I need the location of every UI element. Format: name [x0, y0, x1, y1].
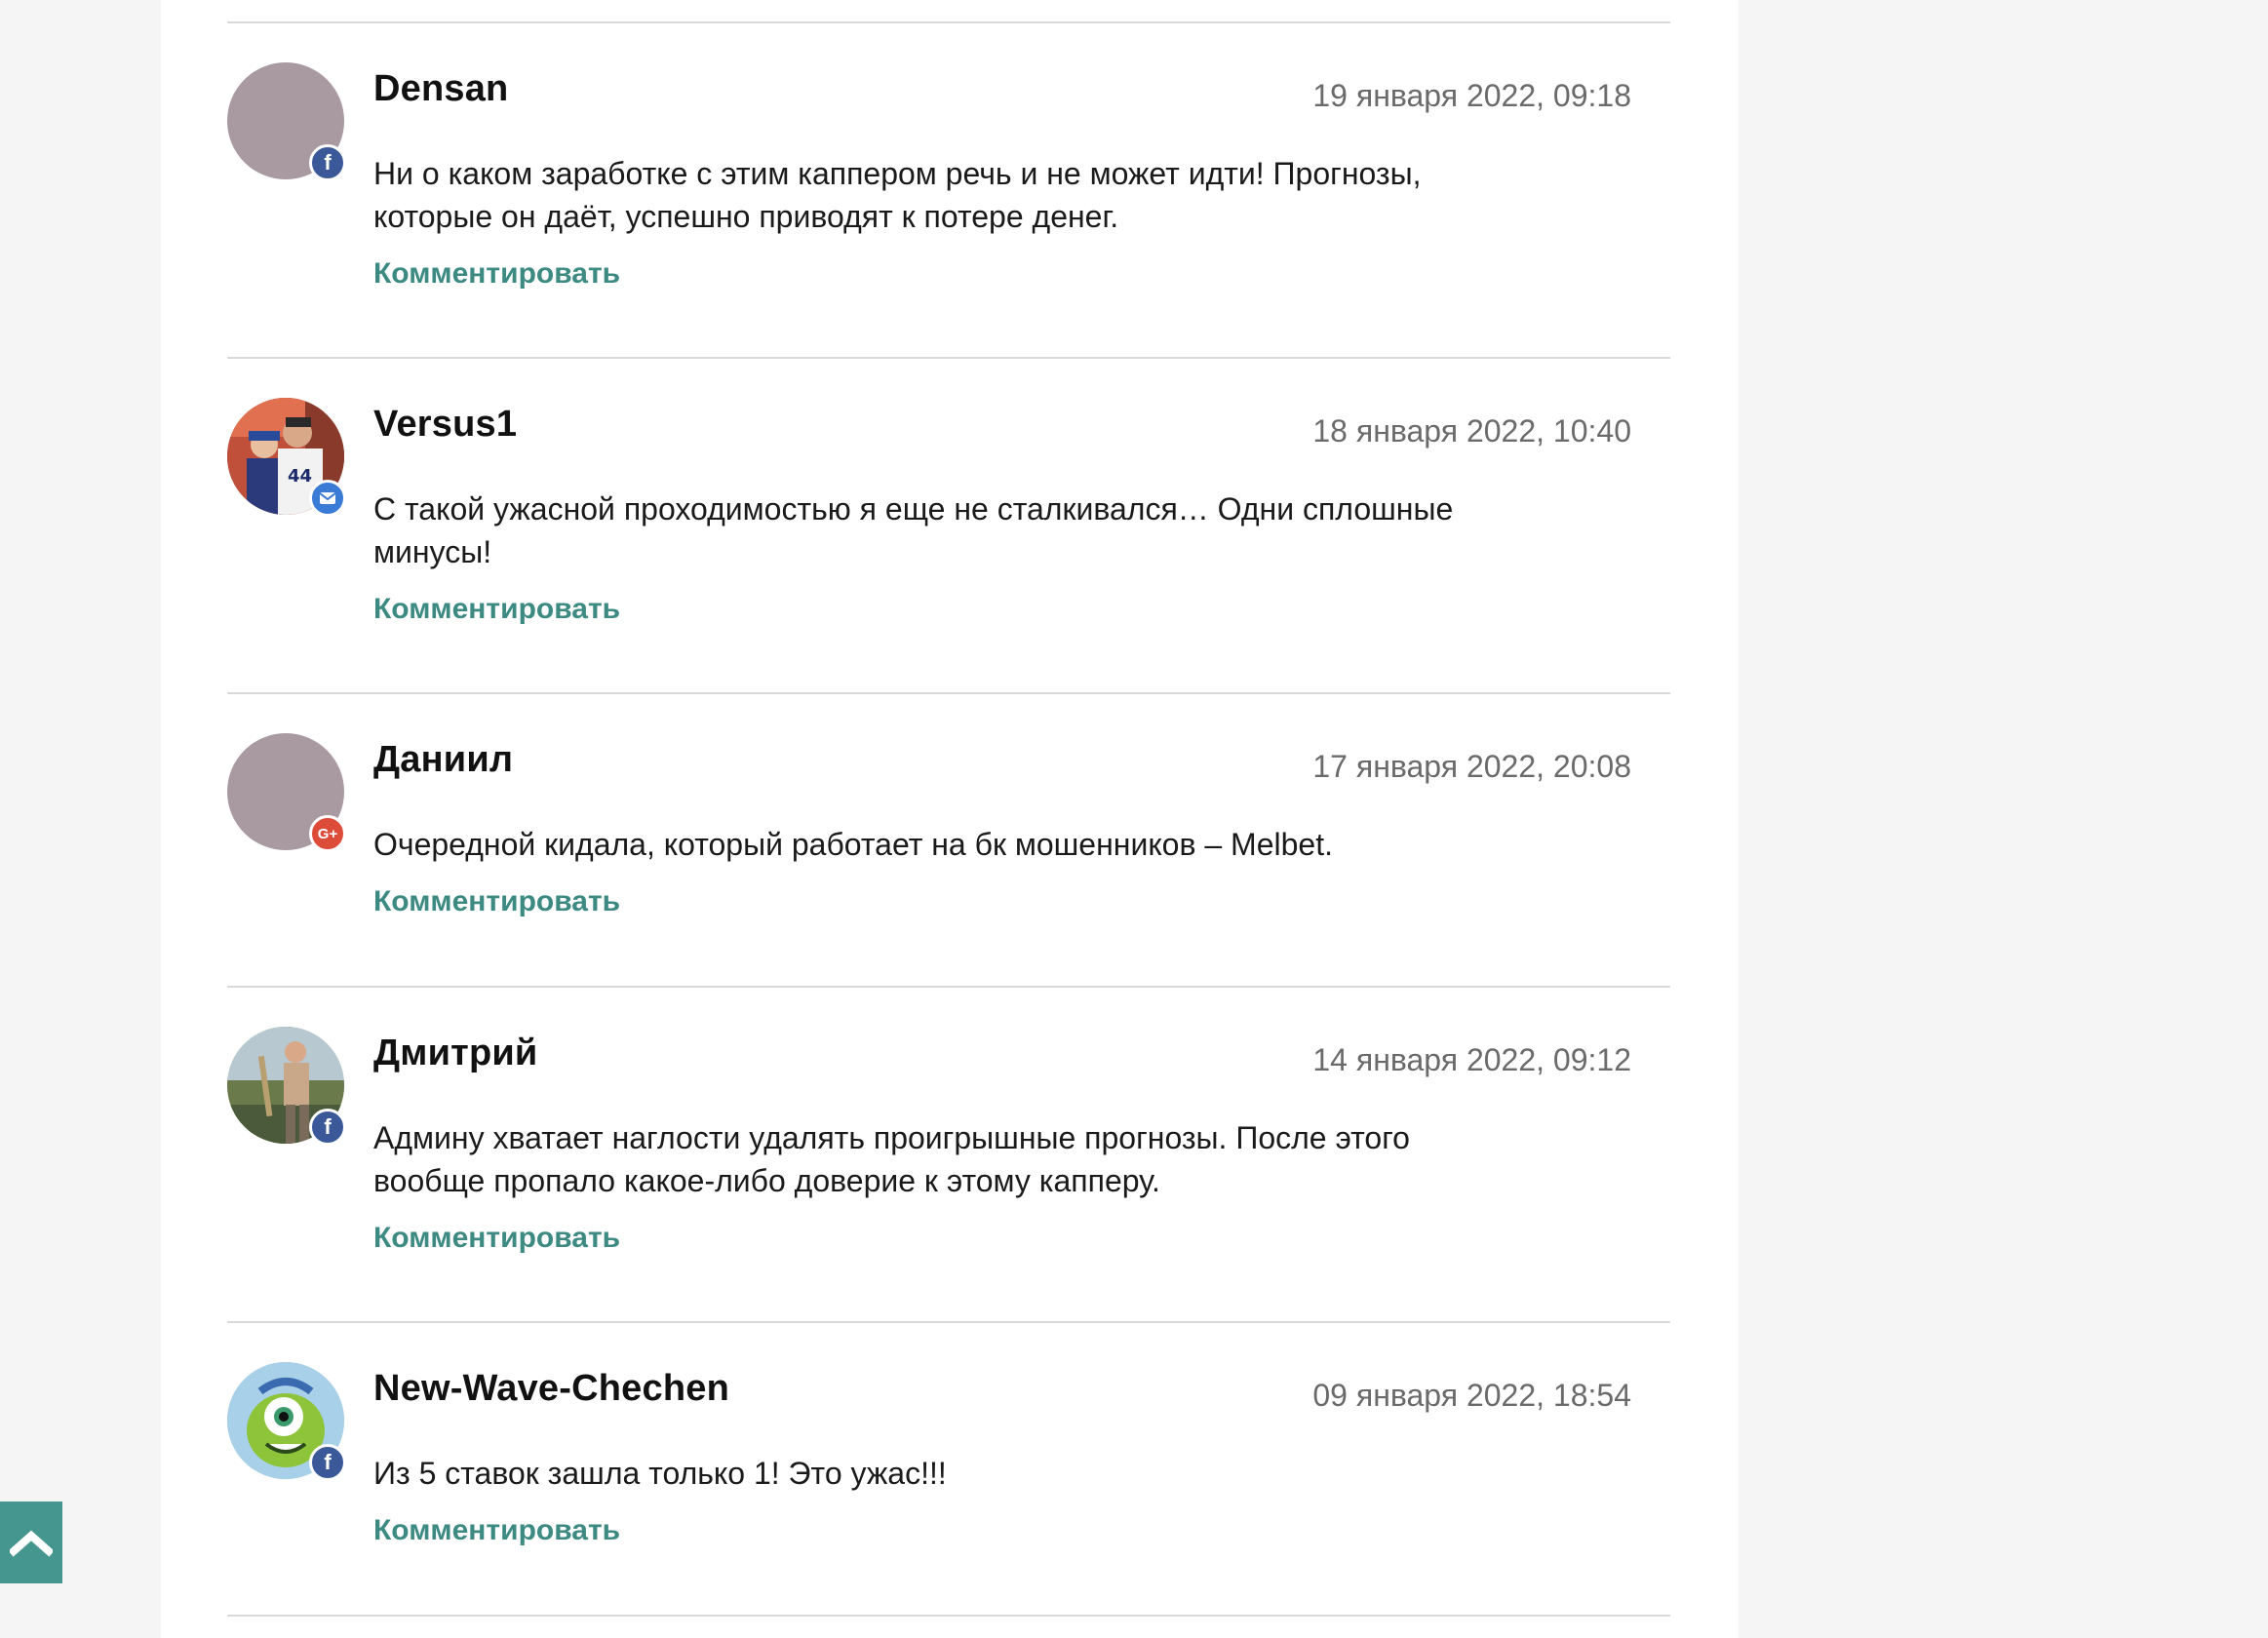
comment-item: G+ Даниил 17 января 2022, 20:08 Очередно… [227, 694, 1670, 986]
reply-link[interactable]: Комментировать [373, 1514, 620, 1547]
reply-link[interactable]: Комментировать [373, 257, 620, 291]
comment-date: 09 января 2022, 18:54 [1312, 1378, 1631, 1413]
avatar[interactable]: G+ [227, 733, 346, 852]
comment-text-line: Из 5 ставок зашла только 1! Это ужас!!! [373, 1456, 947, 1491]
comment-text-line: Ни о каком заработке с этим каппером реч… [373, 156, 1422, 191]
facebook-icon: f [309, 1444, 346, 1481]
avatar[interactable]: 44 [227, 398, 346, 517]
svg-text:44: 44 [288, 466, 312, 487]
comment-author[interactable]: New-Wave-Chechen [373, 1368, 729, 1410]
comment-date: 17 января 2022, 20:08 [1312, 749, 1631, 784]
comment-text: Админу хватает наглости удалять проигрыш… [373, 1116, 1475, 1202]
comment-text: Ни о каком заработке с этим каппером реч… [373, 152, 1475, 238]
comment-text-line: Админу хватает наглости удалять проигрыш… [373, 1120, 1410, 1155]
comment-item: f Дмитрий 14 января 2022, 09:12 Админу х… [227, 988, 1670, 1321]
comment-text: С такой ужасной проходимостью я еще не с… [373, 488, 1475, 573]
comment-item: f New-Wave-Chechen 09 января 2022, 18:54… [227, 1323, 1670, 1615]
chevron-up-icon [10, 1530, 53, 1557]
reply-link[interactable]: Комментировать [373, 593, 620, 626]
comment-text-line: минусы! [373, 534, 492, 569]
comment-text: Из 5 ставок зашла только 1! Это ужас!!! [373, 1452, 1475, 1495]
comment-item: 44 Versus1 18 января 2022, 10:40 С такой… [227, 359, 1670, 692]
avatar[interactable]: f [227, 1027, 346, 1146]
comments-list: f Densan 19 января 2022, 09:18 Ни о како… [227, 21, 1670, 1617]
google-plus-icon: G+ [309, 815, 346, 852]
comment-author[interactable]: Versus1 [373, 404, 517, 446]
reply-link[interactable]: Комментировать [373, 1222, 620, 1255]
comment-text-line: Очередной кидала, который работает на бк… [373, 827, 1333, 862]
reply-link[interactable]: Комментировать [373, 885, 620, 918]
comment-author[interactable]: Дмитрий [373, 1033, 538, 1074]
facebook-icon: f [309, 144, 346, 181]
avatar[interactable]: f [227, 62, 346, 181]
comment-text-line: которые он даёт, успешно приводят к поте… [373, 199, 1119, 234]
comment-date: 19 января 2022, 09:18 [1312, 78, 1631, 113]
comment-item: f Densan 19 января 2022, 09:18 Ни о како… [227, 23, 1670, 357]
divider [227, 1615, 1670, 1617]
comment-date: 14 января 2022, 09:12 [1312, 1042, 1631, 1077]
avatar[interactable]: f [227, 1362, 346, 1481]
comment-text-line: С такой ужасной проходимостью я еще не с… [373, 491, 1454, 526]
email-icon [309, 480, 346, 517]
comment-author[interactable]: Densan [373, 68, 508, 110]
facebook-icon: f [309, 1109, 346, 1146]
scroll-to-top-button[interactable] [0, 1502, 62, 1583]
comment-text-line: вообще пропало какое-либо доверие к этом… [373, 1163, 1160, 1198]
comment-text: Очередной кидала, который работает на бк… [373, 823, 1475, 866]
comment-author[interactable]: Даниил [373, 739, 513, 781]
comment-date: 18 января 2022, 10:40 [1312, 413, 1631, 448]
